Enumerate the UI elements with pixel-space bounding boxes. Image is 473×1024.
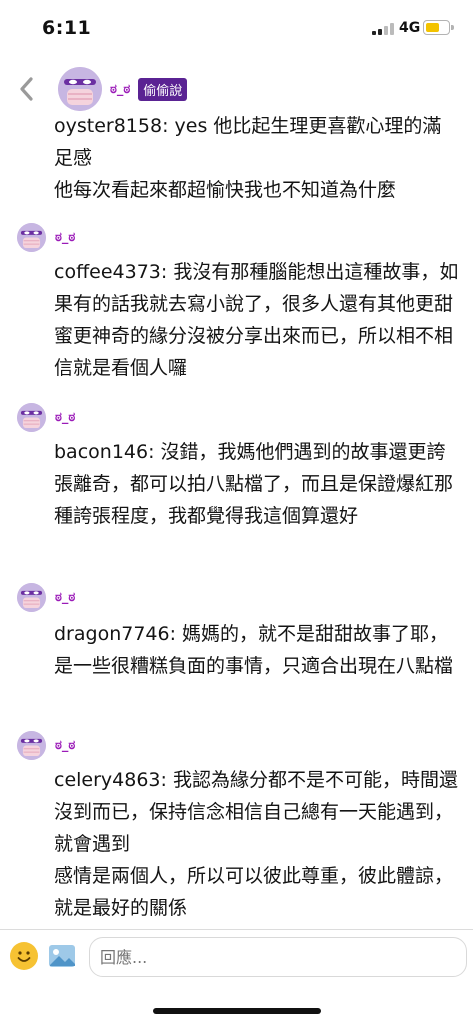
comment-author-name[interactable]: ಠ_ಠ xyxy=(55,590,75,605)
avatar[interactable] xyxy=(17,730,46,760)
comment-text: bacon146: 沒錯，我媽他們遇到的故事還更誇張離奇，都可以拍八點檔了，而且… xyxy=(54,441,454,527)
avatar[interactable] xyxy=(58,67,102,111)
avatar[interactable] xyxy=(17,582,46,612)
back-button[interactable] xyxy=(14,74,40,104)
battery-icon xyxy=(423,20,454,35)
comment-header: ಠ_ಠ xyxy=(17,730,75,760)
masked-face-avatar-icon xyxy=(58,67,102,111)
board-tag[interactable]: 偷偷說 xyxy=(138,77,188,101)
avatar[interactable] xyxy=(17,402,46,432)
signal-icon xyxy=(372,23,394,35)
comment-author-name[interactable]: ಠ_ಠ xyxy=(55,738,75,753)
comment-author-name[interactable]: ಠ_ಠ xyxy=(55,230,75,245)
masked-face-avatar-icon xyxy=(17,402,46,432)
reply-input[interactable] xyxy=(89,937,467,977)
op-header: ಠ_ಠ 偷偷說 xyxy=(58,66,188,112)
chevron-left-icon xyxy=(20,77,33,101)
comment-text: dragon7746: 媽媽的，就不是甜甜故事了耶，是一些很糟糕負面的事情，只適… xyxy=(54,623,454,677)
comment-text: coffee4373: 我沒有那種腦能想出這種故事，如果有的話我就去寫小說了，很… xyxy=(54,261,459,379)
comment-text: celery4863: 我認為緣分都不是不可能，時間還沒到而已，保持信念相信自己… xyxy=(54,769,458,919)
comment-header: ಠ_ಠ xyxy=(17,222,75,252)
status-time: 6:11 xyxy=(42,17,92,39)
op-text: oyster8158: yes 他比起生理更喜歡心理的滿足感 他每次看起來都超愉… xyxy=(54,115,442,201)
image-button[interactable] xyxy=(48,944,76,968)
status-bar: 6:11 4G xyxy=(0,0,473,50)
image-icon xyxy=(49,945,75,967)
comment-header: ಠ_ಠ xyxy=(17,582,75,612)
author-name[interactable]: ಠ_ಠ xyxy=(110,82,130,97)
home-indicator[interactable] xyxy=(153,1008,321,1014)
masked-face-avatar-icon xyxy=(17,222,46,252)
emoji-button[interactable] xyxy=(10,942,38,970)
smiley-icon xyxy=(11,943,37,969)
masked-face-avatar-icon xyxy=(17,582,46,612)
network-type: 4G xyxy=(399,20,421,36)
masked-face-avatar-icon xyxy=(17,730,46,760)
comment-header: ಠ_ಠ xyxy=(17,402,75,432)
divider xyxy=(0,929,473,930)
comment-author-name[interactable]: ಠ_ಠ xyxy=(55,410,75,425)
avatar[interactable] xyxy=(17,222,46,252)
